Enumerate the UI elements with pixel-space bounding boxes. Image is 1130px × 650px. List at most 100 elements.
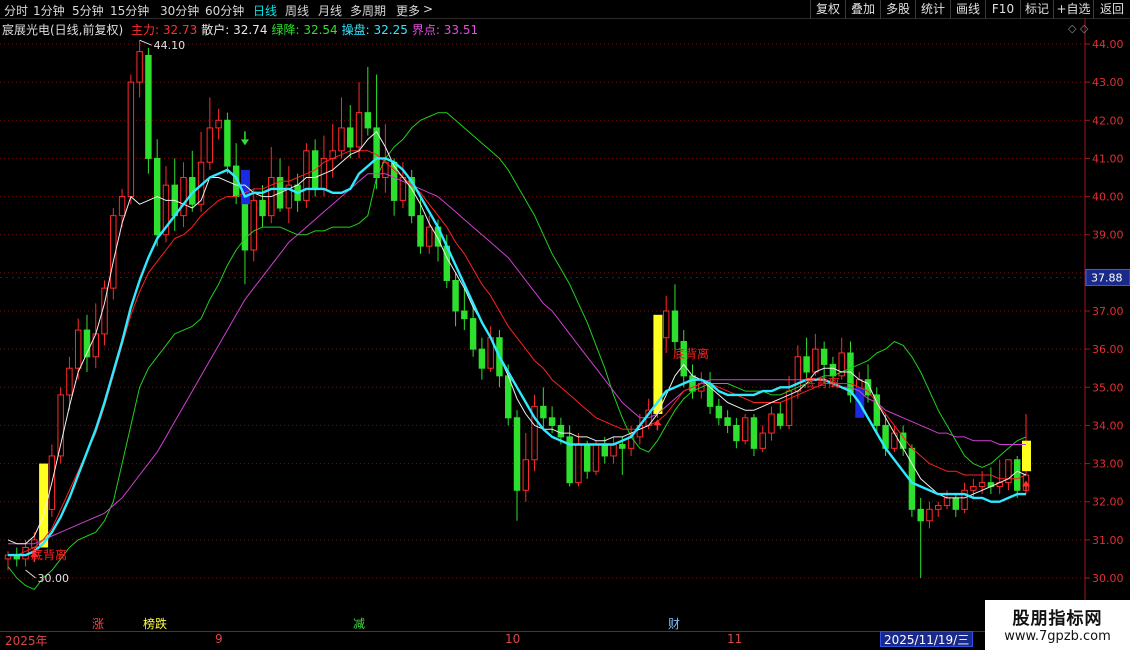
price-tick-label: 40.00 — [1092, 191, 1124, 204]
price-tick-label: 32.00 — [1092, 496, 1124, 509]
price-tick-label: 34.00 — [1092, 419, 1124, 432]
candlestick-chart[interactable]: 30.00 31.00 32.00 33.00 34.00 35.00 36.00 37.00… — [0, 0, 1130, 650]
candle-body — [382, 161, 389, 179]
month-label: 9 — [215, 632, 223, 646]
price-tick-label: 33.00 — [1092, 458, 1124, 471]
candle-body — [250, 199, 257, 251]
price-tick-label: 30.00 — [1092, 572, 1124, 585]
legend-value: 33.51 — [443, 23, 479, 37]
divergence-signal-label: 底背离 — [31, 547, 67, 562]
timeframe-tab[interactable]: 分时 — [4, 2, 28, 19]
timeframe-tab[interactable]: > — [423, 2, 433, 16]
candle-body — [145, 54, 152, 159]
candle-body — [812, 348, 819, 373]
current-date-box: 2025/11/19/三 — [880, 631, 974, 647]
candle-body — [478, 348, 486, 369]
candle-body — [66, 367, 73, 396]
candle-body — [917, 508, 924, 522]
price-tick-label: 31.00 — [1092, 534, 1124, 547]
candle-body — [583, 444, 591, 472]
candle-body — [557, 424, 565, 438]
toolbar: 分时 1分钟 5分钟 15分钟 30分钟 60分钟 日线 周线 月线 多周期 更多 > 复权 叠加 多股 统计… — [0, 0, 1130, 19]
candle-body — [689, 375, 696, 392]
candle-body — [733, 424, 740, 442]
candle-body — [935, 505, 942, 510]
price-tick-label: 39.00 — [1092, 229, 1124, 242]
timeframe-tab[interactable]: 1分钟 — [33, 2, 65, 19]
max-price-label: 44.10 — [154, 39, 186, 52]
candle-body — [829, 363, 837, 377]
event-marker[interactable]: 减 — [353, 615, 365, 632]
candle-body — [74, 329, 82, 369]
candle-body — [338, 127, 345, 152]
watermark-url: www.7gpzb.com — [1004, 629, 1111, 644]
divergence-signal-label: 底背离 — [673, 346, 709, 361]
month-label: 11 — [727, 632, 743, 646]
candle-body — [601, 444, 608, 457]
toolbar-button[interactable]: 叠加 — [845, 0, 880, 19]
month-label: 2025年 — [5, 634, 48, 648]
candle-body — [777, 413, 784, 426]
candle-body — [224, 119, 231, 167]
legend-label: 散户: — [201, 23, 234, 37]
candle-body — [522, 459, 529, 491]
min-label-pointer — [25, 569, 36, 579]
toolbar-button[interactable]: 标记 — [1020, 0, 1053, 19]
timeframe-tab[interactable]: 30分钟 — [160, 2, 199, 19]
timeframe-tab[interactable]: 60分钟 — [205, 2, 244, 19]
timeframe-tab[interactable]: 5分钟 — [72, 2, 104, 19]
legend-label: 界点: — [411, 23, 444, 37]
yellow-signal-bar — [1022, 440, 1031, 472]
candle-body — [127, 81, 135, 198]
toolbar-button[interactable]: F10 — [985, 0, 1020, 19]
timeframe-tab[interactable]: 日线 — [253, 2, 277, 19]
event-marker[interactable]: 涨 — [92, 615, 104, 632]
candle-body — [926, 508, 933, 522]
candle-body — [575, 444, 582, 484]
toolbar-button[interactable]: +自选 — [1053, 0, 1093, 19]
timeframe-tab[interactable]: 周线 — [285, 2, 309, 19]
timeframe-tab[interactable]: 月线 — [318, 2, 342, 19]
price-tick-label: 42.00 — [1092, 114, 1124, 127]
candle-body — [768, 413, 775, 434]
event-marker[interactable]: 财 — [668, 615, 680, 632]
candle-body — [671, 310, 679, 343]
timeframe-tab[interactable]: 多周期 — [350, 2, 386, 19]
legend-value: 32.74 — [233, 23, 268, 37]
candle-body — [303, 150, 310, 201]
candle-body — [662, 310, 670, 339]
candle-body — [970, 485, 977, 491]
candle-body — [759, 432, 766, 449]
legend-label: 绿降: — [271, 23, 304, 37]
timeframe-tab[interactable]: 更多 — [396, 2, 420, 19]
price-tick-label: 37.00 — [1092, 305, 1124, 318]
candle-body — [469, 318, 477, 350]
candle-body — [513, 417, 521, 491]
candle-body — [610, 444, 617, 457]
candle-body — [355, 112, 363, 148]
toolbar-button[interactable]: 返回 — [1093, 0, 1130, 19]
event-marker[interactable]: 榜跌 — [143, 615, 167, 632]
toolbar-button[interactable]: 复权 — [810, 0, 845, 19]
candle-body — [364, 112, 372, 129]
candle-body — [891, 432, 898, 449]
blue-signal-bar — [240, 169, 250, 205]
toolbar-button[interactable]: 统计 — [915, 0, 950, 19]
toolbar-button[interactable]: 多股 — [880, 0, 915, 19]
diamond-icons[interactable]: ◇ ◇ — [1068, 22, 1088, 35]
current-price-label: 37.88 — [1091, 271, 1123, 284]
candle-body — [619, 444, 626, 449]
signal-arrow-head — [240, 139, 249, 146]
timeframe-tab[interactable]: 15分钟 — [110, 2, 149, 19]
month-label: 10 — [505, 632, 521, 646]
candle-body — [715, 405, 723, 419]
legend-value: 32.25 — [373, 23, 408, 37]
candle-body — [978, 482, 986, 487]
watermark-title: 股朋指标网 — [1012, 609, 1103, 629]
candle-body — [540, 405, 547, 419]
watermark: 股朋指标网 www.7gpzb.com — [985, 600, 1130, 650]
toolbar-button[interactable]: 画线 — [950, 0, 985, 19]
candle-body — [724, 417, 731, 426]
candle-body — [943, 497, 951, 507]
price-tick-label: 41.00 — [1092, 152, 1124, 165]
